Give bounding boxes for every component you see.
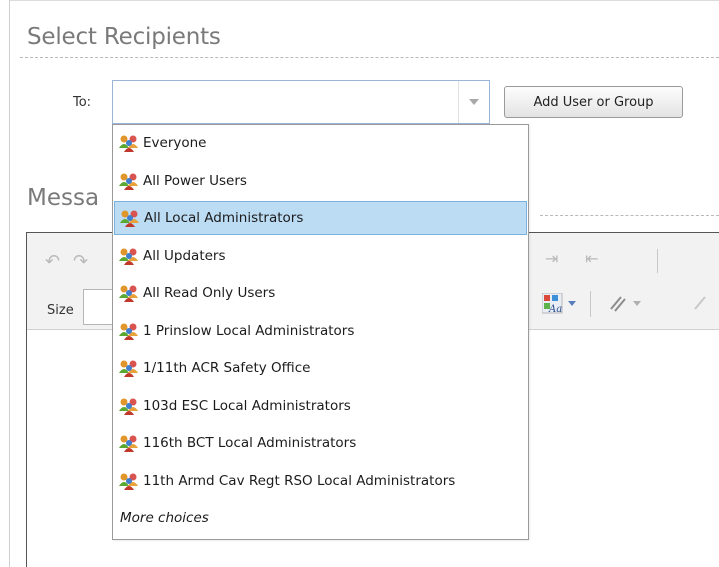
dropdown-option-label: 1/11th ACR Safety Office	[143, 360, 311, 376]
dropdown-option[interactable]: Everyone	[114, 126, 527, 160]
dropdown-option-label: All Power Users	[143, 172, 247, 189]
dropdown-option-label: 103d ESC Local Administrators	[143, 397, 351, 414]
svg-text:Aa: Aa	[548, 304, 562, 315]
group-icon	[119, 473, 138, 490]
dropdown-option[interactable]: 116th BCT Local Administrators	[114, 426, 527, 460]
toolbar-separator	[590, 291, 591, 317]
dropdown-option[interactable]: All Local Administrators	[114, 201, 527, 235]
more-choices-link[interactable]: More choices	[114, 501, 527, 535]
group-icon	[119, 248, 138, 265]
redo-icon[interactable]: ↷	[73, 253, 88, 271]
undo-icon[interactable]: ↶	[45, 253, 60, 271]
dropdown-option[interactable]: 1 Prinslow Local Administrators	[114, 314, 527, 348]
dropdown-option-label: Everyone	[143, 135, 207, 151]
outdent-icon[interactable]: ⇤	[585, 251, 598, 267]
group-icon	[119, 398, 138, 415]
text-style-icon[interactable]: Aa	[542, 293, 582, 315]
dropdown-option[interactable]: 11th Armd Cav Regt RSO Local Administrat…	[114, 464, 527, 498]
group-icon	[119, 173, 138, 190]
dropdown-option[interactable]: 103d ESC Local Administrators	[114, 389, 527, 423]
message-divider	[540, 215, 719, 216]
toolbar-separator	[657, 249, 658, 273]
group-icon	[119, 360, 138, 377]
link-icon[interactable]	[607, 293, 647, 315]
recipient-dropdown-list: Everyone All Power Users All Local Adminis…	[112, 124, 529, 540]
dropdown-option-label: 116th BCT Local Administrators	[143, 435, 357, 451]
message-section-title: Messa	[27, 185, 100, 211]
dropdown-option-label: All Read Only Users	[143, 285, 276, 301]
panel-left-border	[9, 0, 10, 567]
add-user-or-group-button[interactable]: Add User or Group	[504, 86, 683, 118]
chevron-down-icon	[469, 99, 479, 105]
dropdown-option[interactable]: All Read Only Users	[114, 276, 527, 310]
dropdown-option-label: 1 Prinslow Local Administrators	[143, 322, 355, 339]
dropdown-option[interactable]: All Updaters	[114, 239, 527, 273]
recipients-section-title: Select Recipients	[27, 24, 221, 50]
dropdown-option[interactable]: All Power Users	[114, 164, 527, 198]
panel-top-border	[9, 0, 719, 1]
group-icon	[119, 135, 138, 152]
recipients-divider	[20, 57, 719, 58]
size-label: Size	[47, 303, 74, 318]
group-icon	[119, 323, 138, 340]
group-icon	[119, 435, 138, 452]
dropdown-toggle-button[interactable]	[458, 81, 489, 123]
recipient-combobox[interactable]	[112, 80, 490, 124]
more-choices-label: More choices	[120, 510, 209, 526]
group-icon	[119, 285, 138, 302]
recipient-input[interactable]	[113, 81, 458, 123]
dropdown-option-label: 11th Armd Cav Regt RSO Local Administrat…	[143, 472, 456, 489]
dropdown-option-label: All Local Administrators	[144, 210, 304, 226]
to-label: To:	[73, 95, 92, 110]
dropdown-option-label: All Updaters	[143, 247, 226, 264]
indent-icon[interactable]: ⇥	[545, 251, 558, 267]
unlink-icon[interactable]	[691, 293, 711, 315]
dropdown-option[interactable]: 1/11th ACR Safety Office	[114, 351, 527, 385]
group-icon	[120, 210, 139, 227]
